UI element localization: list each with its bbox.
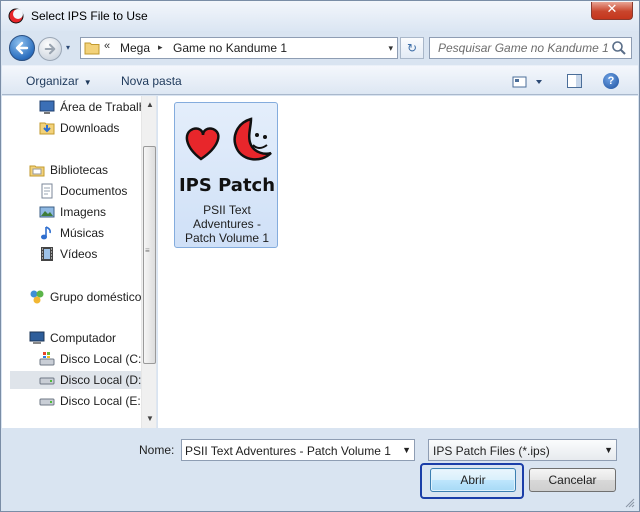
forward-button[interactable]: [38, 37, 62, 61]
window-title: Select IPS File to Use: [31, 9, 148, 23]
back-arrow-icon: [15, 41, 29, 55]
command-toolbar: Organizar ▼ Nova pasta ?: [2, 65, 638, 95]
folder-icon: [84, 42, 100, 55]
forward-arrow-icon: [44, 43, 56, 55]
overflow-chevron-icon[interactable]: «: [104, 40, 110, 52]
file-type-select[interactable]: IPS Patch Files (*.ips) ▼: [428, 439, 617, 461]
refresh-icon: ↻: [406, 41, 418, 55]
file-type-value: IPS Patch Files (*.ips): [433, 444, 550, 458]
sidebar-item-label: Área de Trabalh: [60, 100, 146, 114]
organize-label: Organizar: [26, 74, 79, 88]
music-icon: [41, 226, 51, 240]
navigation-pane[interactable]: Área de Trabalh Downloads Bibliotecas Do…: [2, 96, 157, 428]
sidebar-item-label: Músicas: [60, 226, 105, 240]
close-icon: ✕: [606, 2, 618, 17]
address-dropdown-icon[interactable]: ▾: [388, 43, 393, 54]
sidebar-item-label: Documentos: [60, 184, 128, 198]
new-folder-button[interactable]: Nova pasta: [121, 74, 182, 88]
breadcrumb-mega[interactable]: Mega: [120, 41, 150, 55]
scrollbar-thumb[interactable]: [143, 146, 156, 364]
file-name: PSII Text Adventures - Patch Volume 1: [184, 203, 270, 245]
file-item[interactable]: IPS Patch PSII Text Adventures - Patch V…: [174, 102, 278, 248]
drive-icon: [39, 377, 55, 385]
app-logo-icon: [8, 8, 24, 24]
videos-icon: [41, 247, 53, 261]
file-name-field[interactable]: PSII Text Adventures - Patch Volume 1 ▼: [181, 439, 415, 461]
breadcrumb-game-no-kandume[interactable]: Game no Kandume 1: [173, 41, 287, 55]
thumbnail-caption: IPS Patch: [179, 175, 275, 196]
scroll-grip-icon: ≡: [145, 246, 150, 255]
file-name-value: PSII Text Adventures - Patch Volume 1: [185, 444, 391, 458]
sidebar-item-label: Grupo doméstico: [50, 290, 142, 304]
sidebar-item-label: Imagens: [60, 205, 107, 219]
scroll-down-icon[interactable]: ▼: [146, 414, 154, 423]
homegroup-icon: [30, 290, 44, 304]
downloads-folder-icon: [39, 122, 55, 135]
close-button[interactable]: ✕: [591, 2, 633, 20]
search-icon[interactable]: [611, 40, 627, 56]
navigation-bar: ▾ « Mega ▸ Game no Kandume 1 ▾ ↻ Pesquis…: [1, 31, 639, 63]
sidebar-item-label: Vídeos: [60, 247, 98, 261]
sidebar-item-label: Downloads: [60, 121, 120, 135]
back-button[interactable]: [9, 35, 35, 61]
footer-panel: Nome: PSII Text Adventures - Patch Volum…: [2, 429, 638, 511]
file-list[interactable]: IPS Patch PSII Text Adventures - Patch V…: [158, 96, 638, 428]
sidebar-item-label: Disco Local (D:): [60, 373, 146, 387]
desktop-icon: [39, 100, 55, 114]
drive-icon: [39, 398, 55, 406]
title-bar[interactable]: Select IPS File to Use ✕: [1, 1, 639, 31]
history-dropdown-icon[interactable]: ▾: [66, 43, 76, 53]
chevron-down-icon[interactable]: ▼: [604, 445, 613, 455]
documents-icon: [41, 183, 53, 199]
refresh-button[interactable]: ↻: [400, 37, 424, 59]
scroll-up-icon[interactable]: ▲: [146, 100, 154, 109]
view-options-icon[interactable]: [512, 74, 544, 90]
system-drive-icon: [39, 352, 55, 366]
file-dialog-window: Select IPS File to Use ✕ ▾ « Mega ▸ Game…: [0, 0, 640, 512]
resize-grip-icon[interactable]: [625, 498, 635, 508]
chevron-down-icon[interactable]: ▼: [402, 445, 411, 455]
search-placeholder: Pesquisar Game no Kandume 1: [438, 41, 609, 55]
organize-caret-icon: ▼: [83, 78, 92, 87]
address-bar[interactable]: « Mega ▸ Game no Kandume 1 ▾: [80, 37, 398, 59]
sidebar-item-label: Computador: [50, 331, 117, 345]
cancel-button[interactable]: Cancelar: [529, 468, 616, 492]
organize-button[interactable]: Organizar ▼: [26, 74, 92, 88]
sidebar-item-label: Disco Local (C:): [60, 352, 146, 366]
pictures-icon: [39, 206, 55, 218]
preview-pane-icon[interactable]: [567, 74, 582, 88]
navigation-scrollbar[interactable]: ▲ ≡ ▼: [141, 96, 156, 428]
open-button[interactable]: Abrir: [430, 468, 516, 492]
ips-patch-thumbnail: IPS Patch: [179, 117, 275, 196]
file-name-label: Nome:: [139, 443, 175, 457]
libraries-icon: [29, 165, 45, 177]
help-icon[interactable]: ?: [603, 73, 619, 89]
search-input[interactable]: Pesquisar Game no Kandume 1: [429, 37, 632, 59]
sidebar-item-label: Disco Local (E:): [60, 394, 145, 408]
breadcrumb-separator-icon[interactable]: ▸: [158, 42, 163, 53]
computer-icon: [29, 331, 45, 344]
sidebar-item-label: Bibliotecas: [50, 163, 109, 177]
